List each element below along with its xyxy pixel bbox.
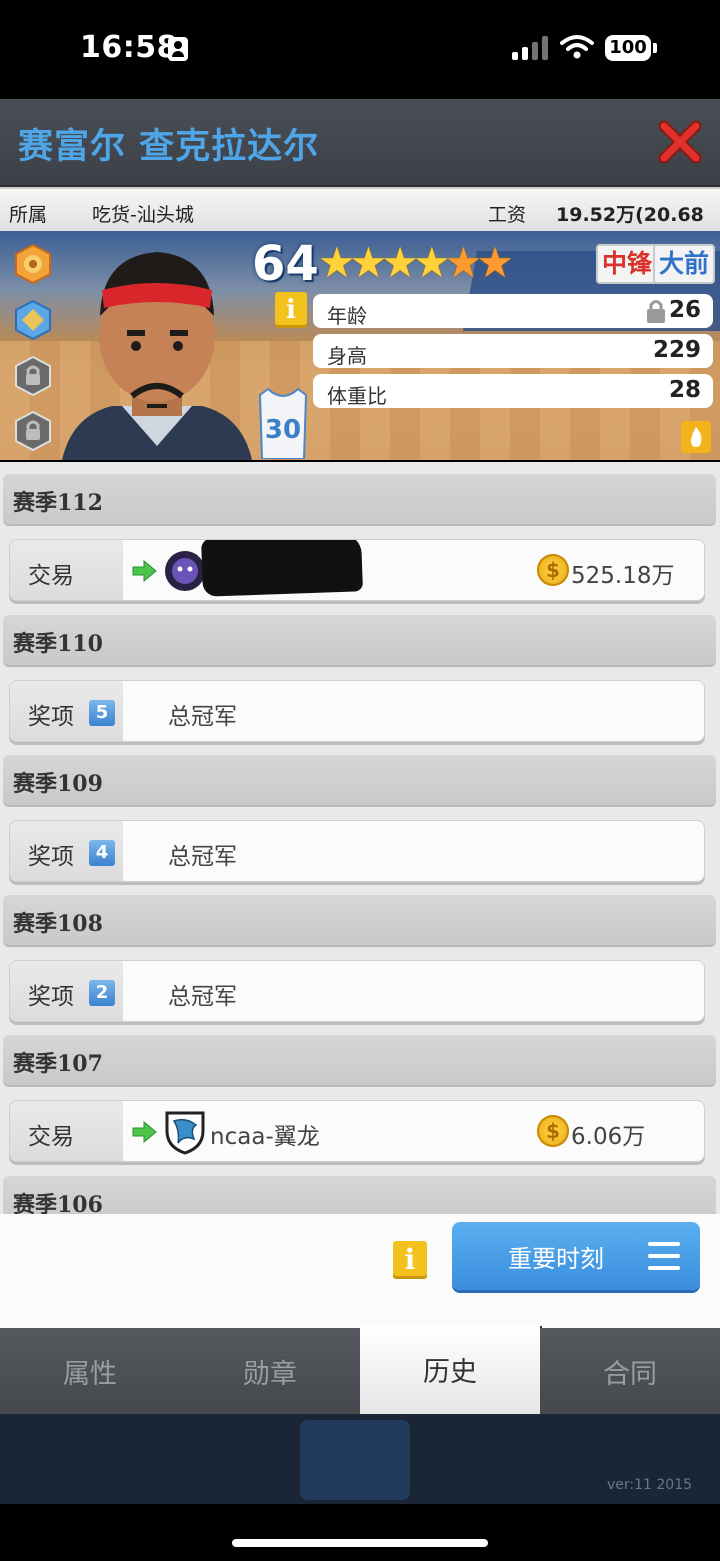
season-header: 赛季108 (3, 895, 716, 947)
history-entry-trade[interactable]: 交易 $ 525.18万 (9, 539, 705, 601)
entry-type-label: 交易 (28, 563, 74, 589)
version-label: ver:11 2015 (607, 1477, 693, 1493)
contact-card-icon (168, 37, 188, 61)
battery-tip (653, 43, 657, 53)
key-moments-button[interactable]: 重要时刻 (452, 1222, 700, 1290)
season-label: 赛季109 (13, 771, 103, 797)
locked-badge-icon[interactable] (14, 356, 52, 396)
close-icon[interactable] (656, 118, 704, 166)
entry-type-label: 奖项 (28, 844, 74, 870)
cellular-signal-icon (512, 36, 550, 60)
history-entry-award[interactable]: 奖项 4 总冠军 (9, 820, 705, 882)
gold-badge-icon[interactable] (14, 244, 52, 284)
coin-icon: $ (537, 554, 569, 586)
award-name: 总冠军 (168, 844, 237, 870)
stat-age: 年龄 26 (313, 294, 713, 328)
jersey-number: 30 (264, 415, 302, 445)
stat-height: 身高 229 (313, 334, 713, 368)
player-avatar (62, 252, 252, 460)
tab-label: 勋章 (243, 1359, 297, 1390)
team-name: ncaa-翼龙 (210, 1124, 320, 1150)
locked-badge-icon[interactable] (14, 411, 52, 451)
tab-bar: 属性 勋章 历史 合同 (0, 1326, 720, 1414)
player-name: 赛富尔 查克拉达尔 (18, 127, 320, 167)
entry-type-label: 奖项 (28, 984, 74, 1010)
stat-height-label: 身高 (327, 344, 367, 368)
tab-label: 历史 (423, 1357, 477, 1388)
award-count-badge: 4 (89, 840, 115, 866)
season-label: 赛季112 (13, 490, 103, 516)
battery-icon: 100 (605, 35, 651, 61)
tab-label: 属性 (63, 1359, 117, 1390)
history-entry-award[interactable]: 奖项 5 总冠军 (9, 680, 705, 742)
season-header: 赛季106 (3, 1176, 716, 1214)
award-count-badge: 2 (89, 980, 115, 1006)
lock-icon (647, 300, 665, 323)
stat-age-label: 年龄 (327, 304, 367, 328)
info-icon[interactable]: i (275, 292, 307, 328)
season-header: 赛季109 (3, 755, 716, 807)
tab-badges[interactable]: 勋章 (180, 1328, 362, 1414)
position-tag-power-forward: 大前 (653, 244, 716, 284)
redaction-mark (201, 540, 363, 597)
season-label: 赛季110 (13, 631, 103, 657)
season-label: 赛季107 (13, 1051, 103, 1077)
history-list[interactable]: 赛季112 交易 $ 525.18万 赛季110 奖项 5 总冠军 赛季109 … (0, 462, 720, 1214)
menu-icon (648, 1242, 680, 1270)
stat-weight-ratio-value: 28 (668, 377, 701, 403)
blue-badge-icon[interactable] (14, 300, 52, 340)
fire-icon[interactable] (681, 421, 711, 453)
season-header: 赛季110 (3, 615, 716, 667)
home-indicator[interactable] (232, 1539, 488, 1547)
season-label: 赛季106 (13, 1192, 103, 1214)
star-rating: ★★★★★★ (318, 238, 514, 287)
history-entry-award[interactable]: 奖项 2 总冠军 (9, 960, 705, 1022)
jersey-icon: 30 (258, 387, 308, 459)
info-icon[interactable]: i (393, 1241, 427, 1279)
stat-age-value: 26 (668, 297, 701, 323)
stat-weight-ratio: 体重比 28 (313, 374, 713, 408)
transfer-fee: 525.18万 (571, 563, 675, 589)
award-name: 总冠军 (168, 704, 237, 730)
coin-icon: $ (537, 1115, 569, 1147)
team-logo-icon (165, 551, 205, 591)
transfer-fee: 6.06万 (571, 1124, 646, 1150)
tab-history[interactable]: 历史 (360, 1326, 542, 1414)
team-value: 吃货-汕头城 (92, 204, 194, 226)
tab-label: 合同 (603, 1359, 657, 1390)
award-name: 总冠军 (168, 984, 237, 1010)
salary-label: 工资 (488, 204, 527, 226)
stat-height-value: 229 (652, 337, 701, 363)
stat-weight-ratio-label: 体重比 (327, 384, 387, 408)
player-info-strip: 所属 吃货-汕头城 工资 19.52万(20.68万) (0, 187, 720, 253)
player-rating: 64 (252, 236, 319, 292)
arrow-right-icon (132, 560, 157, 582)
entry-type-label: 交易 (28, 1124, 74, 1150)
position-tag-center: 中锋 (596, 244, 659, 284)
home-area (0, 1504, 720, 1561)
wifi-icon (560, 35, 594, 59)
season-header: 赛季107 (3, 1035, 716, 1087)
key-moments-label: 重要时刻 (508, 1245, 604, 1273)
history-entry-trade[interactable]: 交易 ncaa-翼龙 $ 6.06万 (9, 1100, 705, 1162)
team-label: 所属 (9, 204, 48, 226)
season-label: 赛季108 (13, 911, 103, 937)
arrow-right-icon (132, 1121, 157, 1143)
tab-attributes[interactable]: 属性 (0, 1328, 182, 1414)
status-time: 16:58 (80, 30, 178, 65)
award-count-badge: 5 (89, 700, 115, 726)
tab-contract[interactable]: 合同 (540, 1328, 720, 1414)
entry-type-label: 奖项 (28, 704, 74, 730)
season-header: 赛季112 (3, 474, 716, 526)
team-logo-dragon-icon (165, 1111, 205, 1155)
